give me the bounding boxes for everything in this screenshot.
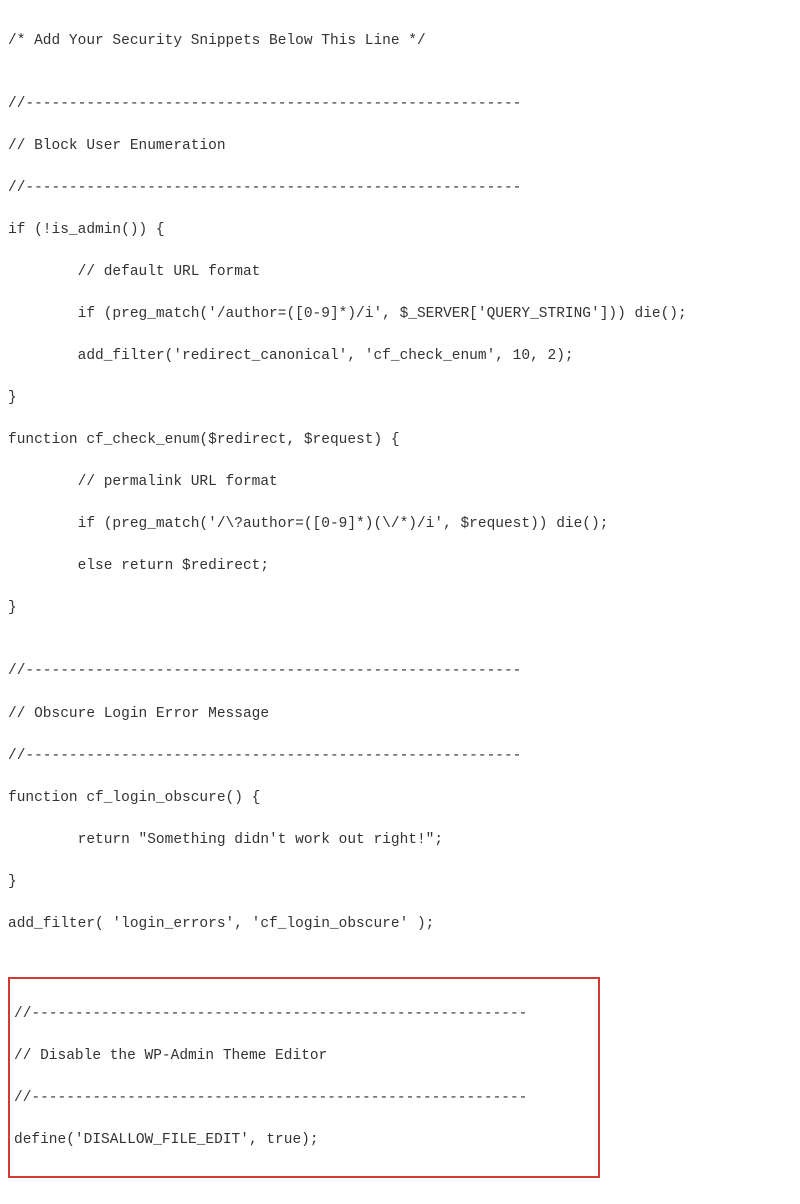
- code-line: }: [8, 872, 792, 893]
- code-line: add_filter( 'login_errors', 'cf_login_ob…: [8, 914, 792, 935]
- code-line: // Obscure Login Error Message: [8, 704, 792, 725]
- code-line: function cf_login_obscure() {: [8, 788, 792, 809]
- code-line: //--------------------------------------…: [8, 746, 792, 767]
- code-line: add_filter('redirect_canonical', 'cf_che…: [8, 346, 792, 367]
- code-line: }: [8, 388, 792, 409]
- code-block: /* Add Your Security Snippets Below This…: [8, 10, 792, 1204]
- code-line: // default URL format: [8, 262, 792, 283]
- code-line: // Disable the WP-Admin Theme Editor: [14, 1046, 594, 1067]
- code-line: //--------------------------------------…: [8, 178, 792, 199]
- code-line: //--------------------------------------…: [8, 94, 792, 115]
- code-line: /* Add Your Security Snippets Below This…: [8, 31, 792, 52]
- code-line: function cf_check_enum($redirect, $reque…: [8, 430, 792, 451]
- code-line: if (preg_match('/\?author=([0-9]*)(\/*)/…: [8, 514, 792, 535]
- code-line: else return $redirect;: [8, 556, 792, 577]
- code-line: if (!is_admin()) {: [8, 220, 792, 241]
- code-line: //--------------------------------------…: [8, 661, 792, 682]
- code-line: return "Something didn't work out right!…: [8, 830, 792, 851]
- code-line: if (preg_match('/author=([0-9]*)/i', $_S…: [8, 304, 792, 325]
- code-line: // Block User Enumeration: [8, 136, 792, 157]
- code-line: define('DISALLOW_FILE_EDIT', true);: [14, 1130, 594, 1151]
- code-line: //--------------------------------------…: [14, 1004, 594, 1025]
- code-line: // permalink URL format: [8, 472, 792, 493]
- code-line: //--------------------------------------…: [14, 1088, 594, 1109]
- highlight-box: //--------------------------------------…: [8, 977, 600, 1178]
